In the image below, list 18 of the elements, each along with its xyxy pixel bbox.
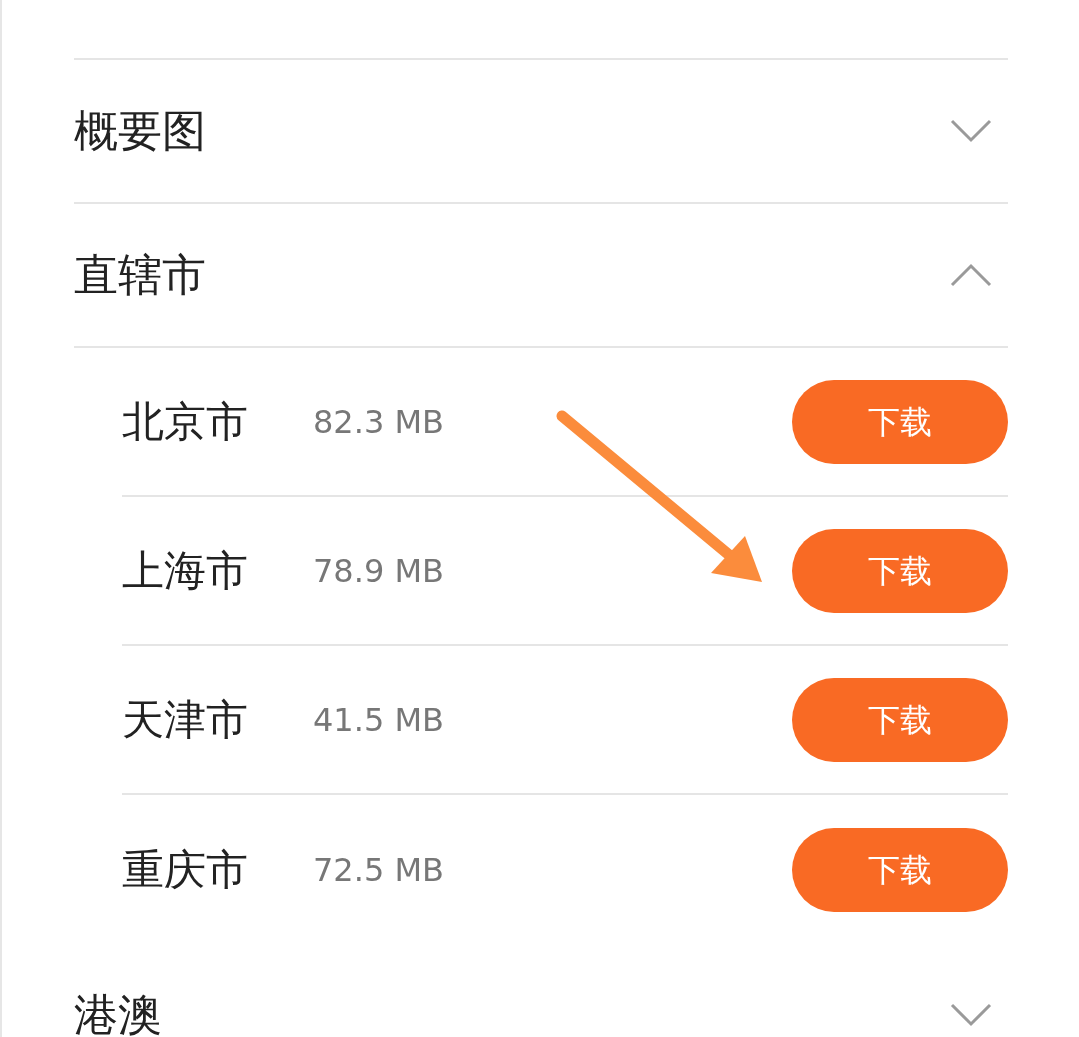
file-size: 41.5 MB	[313, 699, 445, 741]
city-name: 重庆市	[122, 844, 249, 896]
city-name: 上海市	[122, 545, 249, 597]
file-size: 82.3 MB	[313, 401, 445, 443]
city-name: 北京市	[122, 396, 249, 448]
download-button[interactable]: 下载	[792, 379, 1008, 464]
download-button[interactable]: 下载	[792, 528, 1008, 613]
chevron-down-icon	[950, 119, 992, 143]
download-button[interactable]: 下载	[792, 677, 1008, 762]
file-size: 72.5 MB	[313, 849, 445, 891]
chevron-down-icon	[950, 1003, 992, 1027]
chevron-up-icon	[950, 263, 992, 287]
city-name: 天津市	[122, 694, 249, 746]
group-header[interactable]: 港澳	[74, 944, 1008, 1037]
group-header[interactable]: 概要图	[74, 60, 1008, 204]
download-button[interactable]: 下载	[792, 827, 1008, 912]
group-header[interactable]: 直辖市	[74, 204, 1008, 348]
file-size: 78.9 MB	[313, 550, 445, 592]
